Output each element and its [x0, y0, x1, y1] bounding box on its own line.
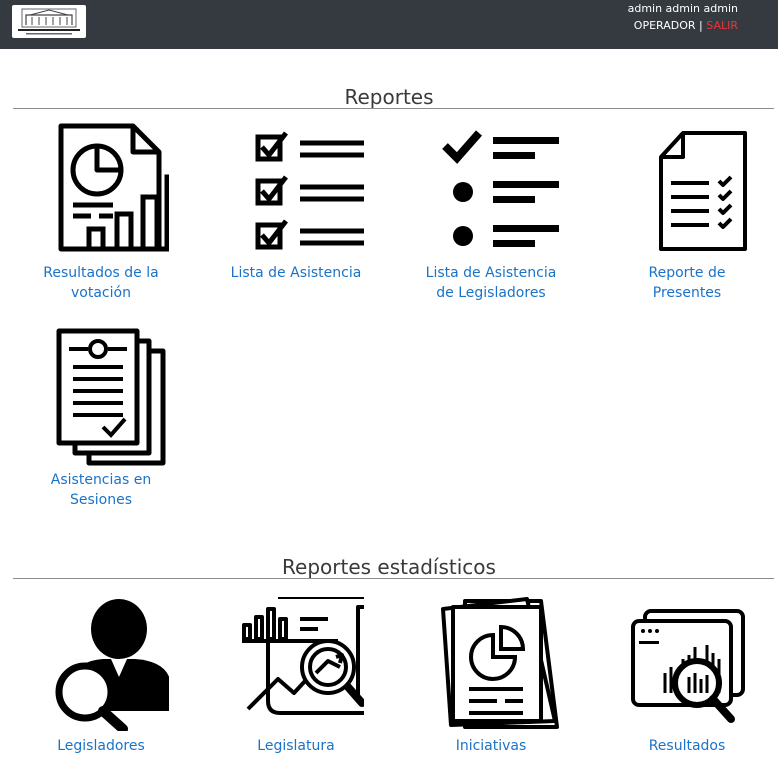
section-title-estadisticos: Reportes estadísticos: [282, 555, 496, 579]
divider: [13, 108, 774, 109]
checklist-icon: [255, 131, 364, 250]
stats-label[interactable]: Resultados: [649, 736, 726, 756]
stats-label[interactable]: Legislatura: [257, 736, 334, 756]
report-label[interactable]: Lista de Asistencia de Legisladores: [416, 263, 566, 303]
stats-card-iniciativas[interactable]: Iniciativas: [406, 597, 576, 756]
username: admin admin admin: [627, 2, 738, 15]
report-label[interactable]: Lista de Asistencia: [231, 263, 362, 283]
report-label[interactable]: Resultados de la votación: [31, 263, 171, 303]
top-navbar: admin admin admin OPERADOR | SALIR: [0, 0, 778, 49]
separator: |: [699, 19, 703, 32]
documents-stack-icon: [56, 328, 166, 466]
check-bullet-list-icon: [442, 130, 559, 247]
congress-logo[interactable]: [12, 5, 86, 38]
chart-documents-icon: [441, 597, 559, 729]
document-checklist-icon: [659, 131, 747, 251]
stats-card-legislatura[interactable]: Legislatura: [211, 597, 381, 756]
pie-chart-report-icon: [58, 123, 169, 252]
stats-label[interactable]: Iniciativas: [456, 736, 527, 756]
stats-label[interactable]: Legisladores: [57, 736, 145, 756]
user-info: admin admin admin OPERADOR | SALIR: [628, 1, 738, 33]
report-card-reporte-presentes[interactable]: Reporte de Presentes: [602, 121, 772, 303]
report-card-asistencias-sesiones[interactable]: Asistencias en Sesiones: [16, 327, 186, 510]
stats-card-legisladores[interactable]: Legisladores: [16, 597, 186, 756]
person-search-icon: [55, 599, 169, 731]
report-card-resultados-votacion[interactable]: Resultados de la votación: [16, 121, 186, 303]
report-label[interactable]: Asistencias en Sesiones: [41, 470, 161, 510]
report-card-asistencia-legisladores[interactable]: Lista de Asistencia de Legisladores: [406, 121, 576, 303]
report-label[interactable]: Reporte de Presentes: [627, 263, 747, 303]
stats-card-resultados[interactable]: Resultados: [602, 597, 772, 756]
data-analytics-icon: [631, 609, 745, 723]
role-link[interactable]: OPERADOR: [634, 19, 696, 32]
divider: [13, 578, 774, 579]
report-card-lista-asistencia[interactable]: Lista de Asistencia: [211, 121, 381, 283]
logout-link[interactable]: SALIR: [706, 19, 738, 32]
chart-analysis-icon: [242, 597, 364, 715]
section-title-reportes: Reportes: [344, 85, 434, 109]
